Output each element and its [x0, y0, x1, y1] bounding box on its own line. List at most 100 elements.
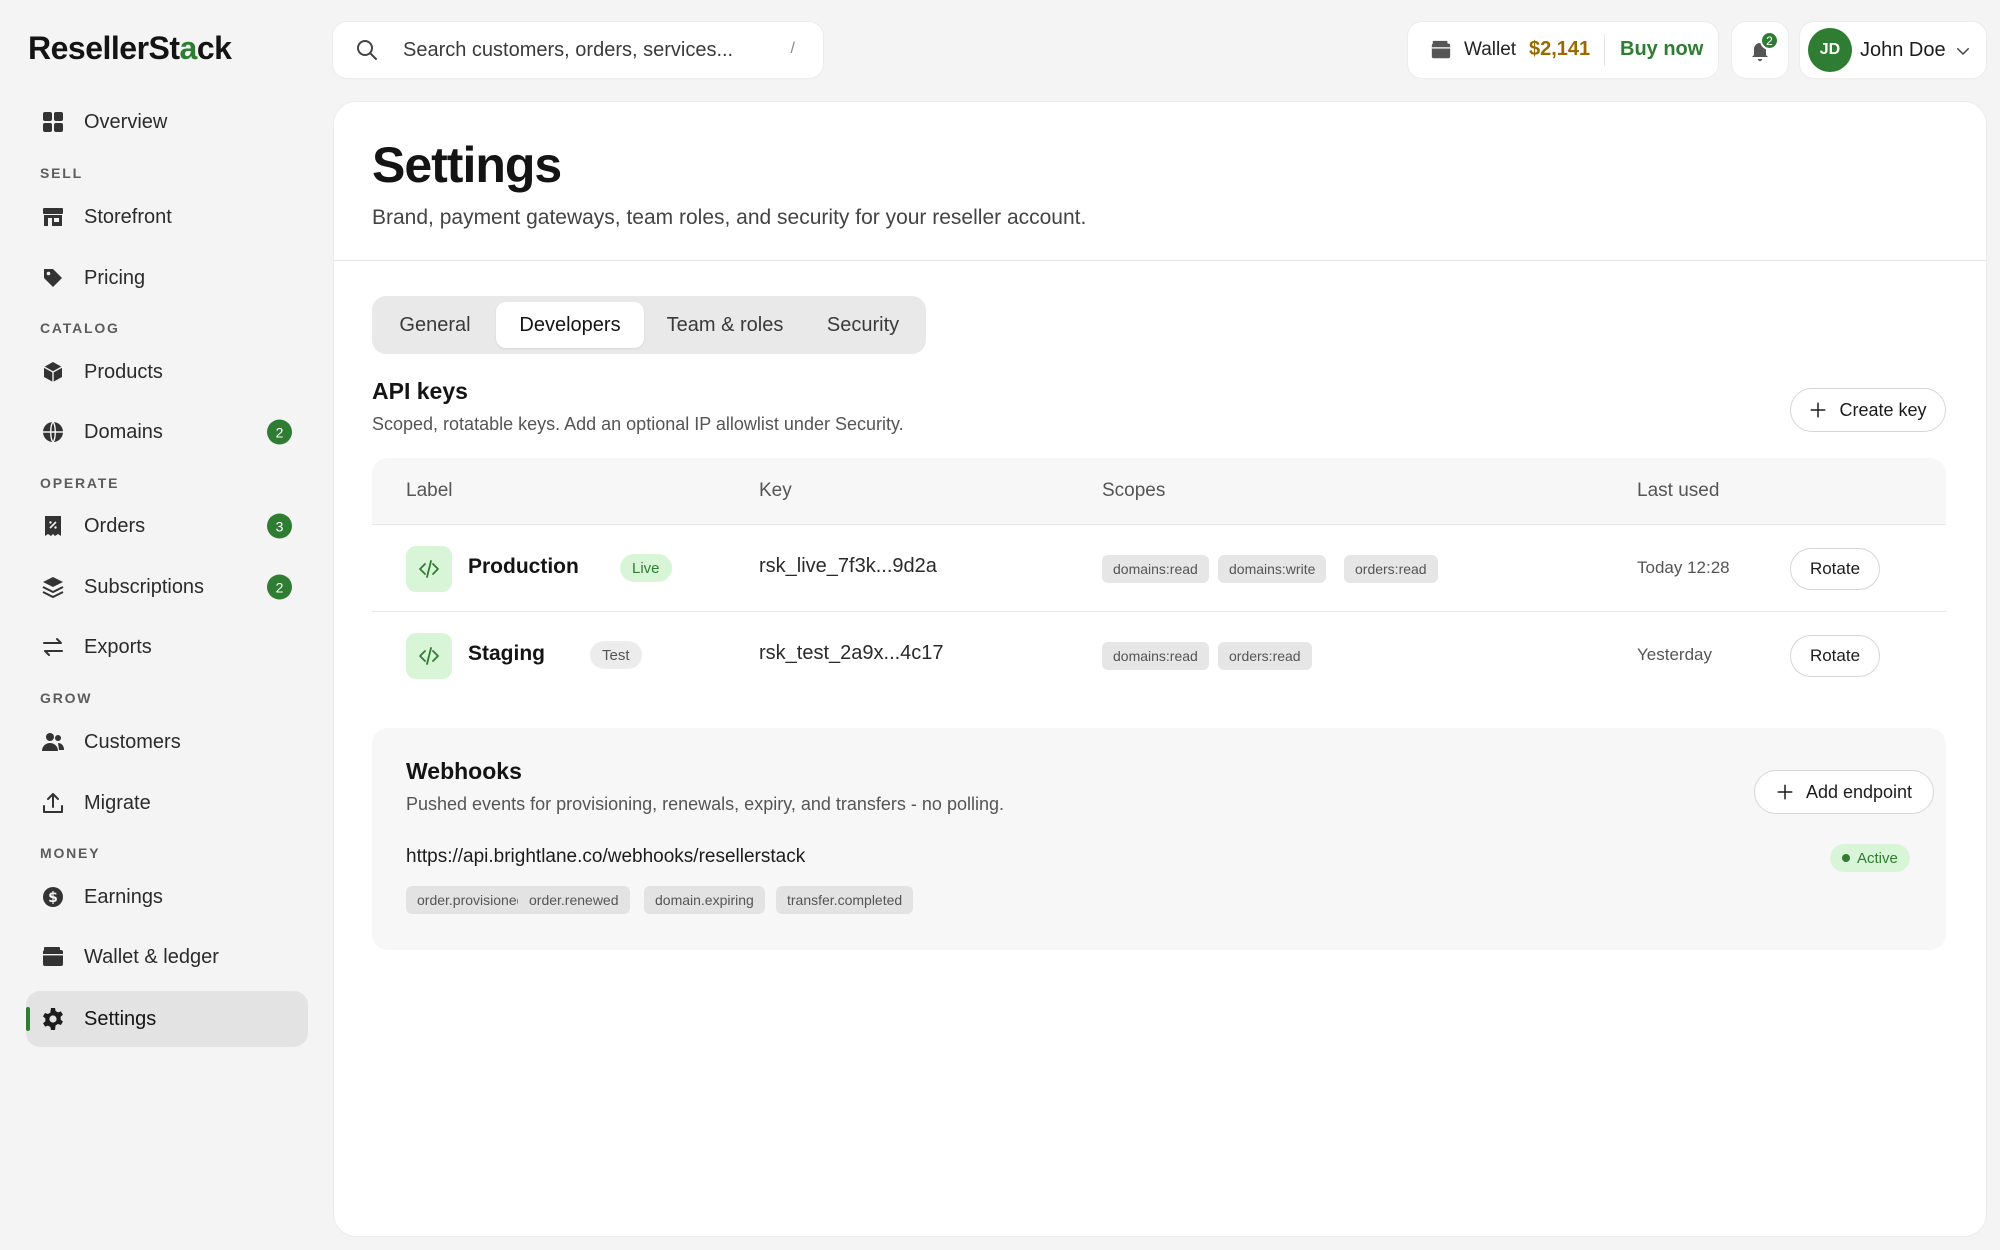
layers-icon — [40, 574, 66, 600]
upload-icon — [40, 790, 66, 816]
env-badge-live: Live — [620, 554, 672, 582]
notifications-button[interactable]: 2 — [1732, 22, 1788, 78]
scope-chip: orders:read — [1344, 555, 1438, 583]
code-icon — [406, 546, 452, 592]
webhooks-title: Webhooks — [406, 758, 522, 784]
sidebar-item-label: Overview — [84, 110, 168, 133]
event-chip: order.renewed — [518, 886, 630, 914]
grid-icon — [40, 109, 66, 135]
section-label-money: MONEY — [40, 845, 101, 861]
webhooks-subtitle: Pushed events for provisioning, renewals… — [406, 794, 1004, 814]
event-chip: domain.expiring — [644, 886, 765, 914]
sidebar-item-overview[interactable]: Overview — [26, 94, 308, 150]
section-label-grow: GROW — [40, 690, 93, 706]
sidebar-item-label: Orders — [84, 514, 146, 537]
box-icon — [40, 359, 66, 385]
api-keys-subtitle: Scoped, rotatable keys. Add an optional … — [372, 414, 904, 434]
webhook-url[interactable]: https://api.brightlane.co/webhooks/resel… — [406, 846, 805, 868]
sidebar-item-migrate[interactable]: Migrate — [26, 775, 308, 831]
wallet-icon — [40, 944, 66, 970]
section-label-catalog: CATALOG — [40, 320, 120, 336]
search-shortcut-hint: / — [790, 40, 795, 57]
count-badge: 3 — [267, 513, 292, 539]
sidebar-item-customers[interactable]: Customers — [26, 714, 308, 770]
sidebar-item-wallet[interactable]: Wallet & ledger — [26, 929, 308, 985]
sidebar-item-domains[interactable]: Domains 2 — [26, 404, 308, 460]
sidebar-item-label: Subscriptions — [84, 575, 205, 598]
search-bar[interactable]: Search customers, orders, services... / — [333, 22, 823, 78]
buy-now-button[interactable]: Buy now — [1620, 38, 1703, 61]
wallet-icon — [1431, 40, 1451, 59]
plus-icon — [1810, 402, 1826, 418]
tab-developers[interactable]: Developers — [496, 302, 644, 348]
wallet-widget: Wallet $2,141 Buy now — [1408, 22, 1718, 78]
storefront-icon — [40, 204, 66, 230]
key-value: rsk_test_2a9x...4c17 — [759, 642, 944, 664]
arrows-swap-icon — [40, 634, 66, 660]
tab-general[interactable]: General — [378, 302, 492, 348]
button-label: Add endpoint — [1805, 781, 1913, 802]
sidebar-item-products[interactable]: Products — [26, 344, 308, 400]
code-icon — [406, 633, 452, 679]
avatar: JD — [1808, 28, 1852, 72]
table-row: Staging Test rsk_test_2a9x...4c17 domain… — [372, 612, 1946, 700]
sidebar-item-label: Storefront — [84, 205, 172, 228]
api-keys-title: API keys — [372, 378, 468, 404]
search-icon — [357, 40, 377, 60]
users-icon — [40, 729, 66, 755]
last-used: Yesterday — [1637, 645, 1712, 664]
status-label: Active — [1857, 849, 1898, 867]
tab-team-roles[interactable]: Team & roles — [648, 302, 802, 348]
page-subtitle: Brand, payment gateways, team roles, and… — [372, 206, 1087, 229]
user-menu-button[interactable]: JD John Doe — [1800, 22, 1986, 78]
sidebar-item-label: Settings — [84, 1007, 157, 1030]
rotate-button[interactable]: Rotate — [1790, 548, 1880, 590]
button-label: Create key — [1839, 399, 1927, 420]
sidebar-item-label: Wallet & ledger — [84, 945, 219, 968]
notification-count-badge: 2 — [1760, 31, 1779, 50]
status-badge: Active — [1830, 844, 1910, 872]
sidebar-item-storefront[interactable]: Storefront — [26, 189, 308, 245]
env-badge-test: Test — [590, 641, 642, 669]
scope-chip: domains:read — [1102, 642, 1209, 670]
search-input[interactable]: Search customers, orders, services... — [403, 39, 733, 62]
plus-icon — [1777, 784, 1793, 800]
table-row: Production Live rsk_live_7f3k...9d2a dom… — [372, 524, 1946, 612]
key-label: Staging — [468, 642, 545, 665]
page-title: Settings — [372, 137, 562, 193]
sidebar-item-label: Exports — [84, 635, 152, 658]
scope-chip: domains:write — [1218, 555, 1327, 583]
tab-security[interactable]: Security — [806, 302, 920, 348]
event-chip: order.provisioned — [406, 886, 536, 914]
sidebar-item-settings[interactable]: Settings — [26, 991, 308, 1047]
sidebar-item-label: Customers — [84, 730, 181, 753]
chevron-down-icon — [1957, 48, 1969, 56]
sidebar-item-earnings[interactable]: $ Earnings — [26, 869, 308, 925]
column-header-label: Label — [406, 480, 453, 501]
count-badge: 2 — [267, 419, 292, 445]
add-endpoint-button[interactable]: Add endpoint — [1754, 770, 1934, 814]
sidebar-item-label: Domains — [84, 420, 163, 443]
sidebar-item-label: Migrate — [84, 791, 151, 814]
section-label-sell: SELL — [40, 165, 83, 181]
sidebar-item-label: Earnings — [84, 885, 163, 908]
sidebar-item-exports[interactable]: Exports — [26, 619, 308, 675]
brand-logo[interactable]: ResellerStack — [28, 30, 232, 67]
status-dot-icon — [1842, 854, 1850, 862]
wallet-label: Wallet — [1464, 39, 1517, 60]
create-key-button[interactable]: Create key — [1790, 388, 1946, 432]
tag-icon — [40, 265, 66, 291]
divider — [1604, 34, 1605, 66]
sidebar-item-pricing[interactable]: Pricing — [26, 250, 308, 306]
column-header-last-used: Last used — [1637, 480, 1720, 501]
dollar-icon: $ — [40, 884, 66, 910]
rotate-button[interactable]: Rotate — [1790, 635, 1880, 677]
sidebar-item-label: Products — [84, 360, 163, 383]
gear-icon — [40, 1006, 66, 1032]
user-name: John Doe — [1860, 39, 1946, 61]
sidebar-item-subscriptions[interactable]: Subscriptions 2 — [26, 559, 308, 615]
sidebar-item-orders[interactable]: Orders 3 — [26, 498, 308, 554]
event-chip: transfer.completed — [776, 886, 914, 914]
section-label-operate: OPERATE — [40, 475, 120, 491]
scope-chip: domains:read — [1102, 555, 1209, 583]
